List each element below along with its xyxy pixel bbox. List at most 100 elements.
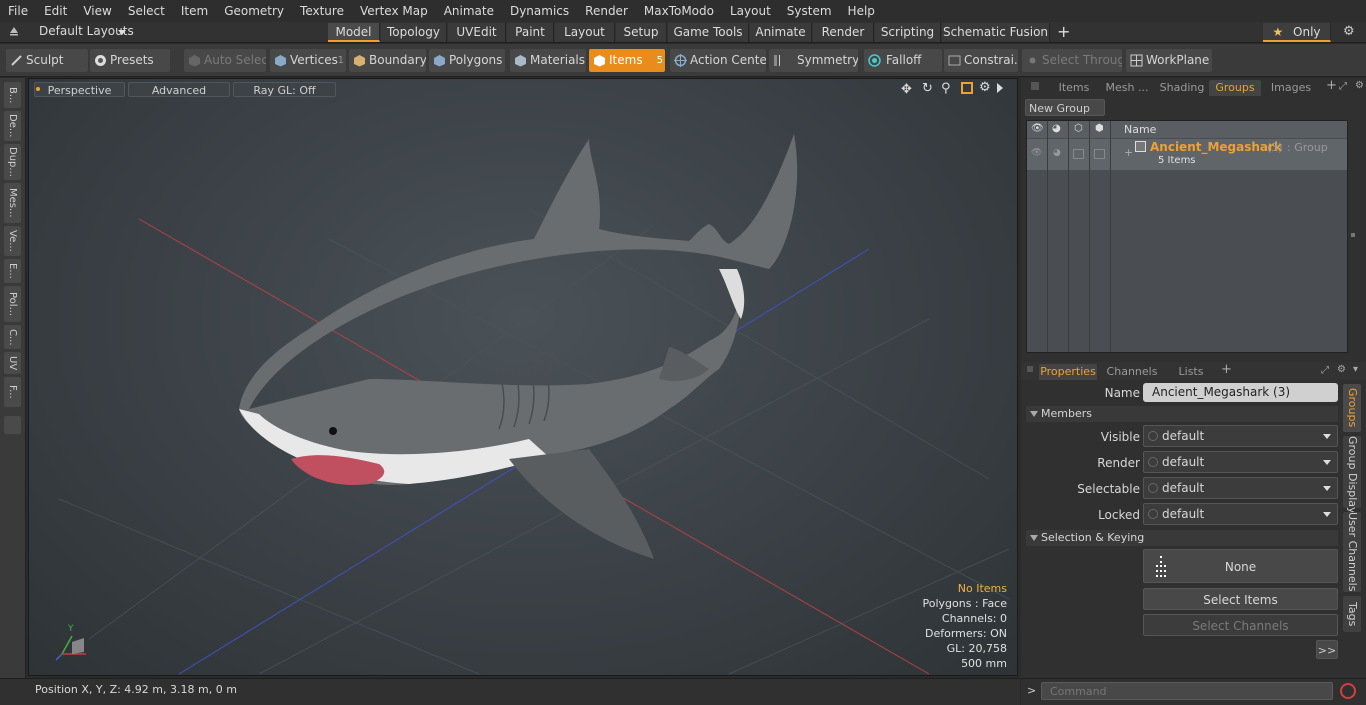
menu-item[interactable]: Item [173,4,216,18]
tab-properties[interactable]: Properties [1039,364,1097,380]
tab-animate[interactable]: Animate [750,23,812,42]
zoom-view-icon[interactable]: ⚲ [941,81,951,96]
menu-geometry[interactable]: Geometry [216,4,292,18]
visible-dropdown[interactable]: default [1143,425,1338,447]
panel-grip-icon[interactable] [1031,82,1039,90]
group-row[interactable]: 👁 ◕ + Ancient_Megashark (3) : Group 5 It… [1027,139,1347,170]
tab-items[interactable]: Items [1049,80,1099,96]
left-tab-duplicate[interactable]: Dup... [4,144,21,180]
select-channels-button[interactable]: Select Channels [1143,614,1338,636]
menu-texture[interactable]: Texture [292,4,352,18]
menu-system[interactable]: System [779,4,840,18]
panel-gear-icon[interactable]: ⚙ [1337,364,1346,375]
tab-shading[interactable]: Shading [1155,80,1209,96]
tab-channels[interactable]: Channels [1105,364,1159,380]
presets-button[interactable]: Presets [90,49,170,72]
items-button[interactable]: Items 5 [589,49,665,72]
name-field[interactable]: Ancient_Megashark (3) [1143,383,1338,402]
menu-vertex-map[interactable]: Vertex Map [352,4,436,18]
advanced-button[interactable]: Advanced [128,82,230,97]
constraints-button[interactable]: Constrai... [944,49,1018,72]
panel-gear-icon[interactable]: ⚙ [1355,80,1364,91]
locked-dropdown[interactable]: default [1143,503,1338,525]
expand-panel-icon[interactable]: ⤢ [1339,81,1347,92]
side-tab-user-channels[interactable]: User Channels [1343,512,1361,592]
left-tab-deform[interactable]: De... [4,111,21,141]
menu-edit[interactable]: Edit [36,4,75,18]
tab-lists[interactable]: Lists [1166,364,1216,380]
materials-button[interactable]: Materials [510,49,586,72]
tab-setup[interactable]: Setup [616,23,667,42]
members-section[interactable]: Members [1026,406,1338,422]
render-icon[interactable]: ◕ [1052,123,1061,134]
falloff-button[interactable]: Falloff [864,49,942,72]
add-tab-icon[interactable]: + [1326,78,1337,93]
auto-select-button[interactable]: Auto Select [184,49,266,72]
record-icon[interactable] [1340,683,1356,699]
sculpt-button[interactable]: Sculpt [6,49,88,72]
add-tab-icon[interactable]: + [1221,362,1232,377]
row-eye-icon[interactable]: 👁 [1031,148,1042,158]
row-lock-checkbox[interactable] [1073,149,1084,159]
tab-layout[interactable]: Layout [555,23,615,42]
menu-maxtomodo[interactable]: MaxToModo [636,4,722,18]
lock-icon[interactable]: ⬡ [1074,123,1083,134]
left-tab-curve[interactable]: C... [4,325,21,349]
left-tab-uv[interactable]: UV [4,352,21,374]
tab-game-tools[interactable]: Game Tools [668,23,749,42]
add-tab-icon[interactable]: + [1057,22,1070,41]
layout-arrow-icon[interactable] [9,26,19,36]
select-through-button[interactable]: Select Through [1022,49,1122,72]
menu-dynamics[interactable]: Dynamics [502,4,577,18]
chevron-down-icon[interactable]: ▾ [1353,364,1358,375]
viewport-gear-icon[interactable]: ⚙ [979,80,991,95]
symmetry-button[interactable]: Symmetry [769,49,858,72]
tab-images[interactable]: Images [1266,80,1316,96]
menu-file[interactable]: File [0,4,36,18]
raygl-button[interactable]: Ray GL: Off [233,82,336,97]
boundary-button[interactable]: Boundary [349,49,426,72]
menu-help[interactable]: Help [840,4,883,18]
select-icon[interactable]: ⬢ [1095,123,1104,134]
workplane-button[interactable]: WorkPlane [1126,49,1212,72]
tab-render[interactable]: Render [813,23,874,42]
expand-panel-icon[interactable]: ⤢ [1321,365,1329,376]
3d-viewport[interactable]: Perspective Advanced Ray GL: Off ✥ ↻ ⚲ ⚙… [28,78,1018,676]
left-tab-basic[interactable]: B... [4,82,21,108]
left-tab-extra[interactable] [4,416,21,434]
vertices-button[interactable]: Vertices 1 [270,49,346,72]
tab-schematic-fusion[interactable]: Schematic Fusion [942,23,1050,42]
rotate-view-icon[interactable]: ↻ [922,81,933,96]
perspective-button[interactable]: Perspective [34,82,125,97]
left-tab-fusion[interactable]: F... [4,377,21,407]
scrollbar-handle[interactable] [1351,233,1355,237]
menu-select[interactable]: Select [120,4,173,18]
render-dropdown[interactable]: default [1143,451,1338,473]
tab-mesh[interactable]: Mesh ... [1099,80,1155,96]
left-tab-edge[interactable]: E... [4,259,21,283]
fit-view-icon[interactable] [961,82,973,94]
menu-animate[interactable]: Animate [436,4,502,18]
menu-layout[interactable]: Layout [722,4,779,18]
select-items-button[interactable]: Select Items [1143,588,1338,610]
side-tab-groups[interactable]: Groups [1343,384,1361,432]
row-render-icon[interactable]: ◕ [1053,148,1061,158]
left-tab-vertex[interactable]: Ve... [4,226,21,256]
action-center-button[interactable]: Action Center [670,49,766,72]
menu-render[interactable]: Render [577,4,636,18]
left-tab-mesh-edit[interactable]: Mes... [4,183,21,223]
side-tab-tags[interactable]: Tags [1343,596,1361,632]
viewport-expand-icon[interactable] [997,83,1003,93]
move-view-icon[interactable]: ✥ [901,82,912,97]
menu-view[interactable]: View [75,4,119,18]
tab-topology[interactable]: Topology [381,23,447,42]
expand-plus-icon[interactable]: + [1124,146,1133,159]
side-tab-group-display[interactable]: Group Display [1343,436,1361,514]
command-input[interactable] [1041,682,1333,700]
tab-groups[interactable]: Groups [1209,80,1261,96]
eye-icon[interactable]: 👁 [1031,123,1044,134]
polygons-button[interactable]: Polygons [429,49,505,72]
panel-grip-icon[interactable] [1027,366,1033,372]
left-tab-polygon[interactable]: Pol... [4,286,21,322]
selectable-dropdown[interactable]: default [1143,477,1338,499]
